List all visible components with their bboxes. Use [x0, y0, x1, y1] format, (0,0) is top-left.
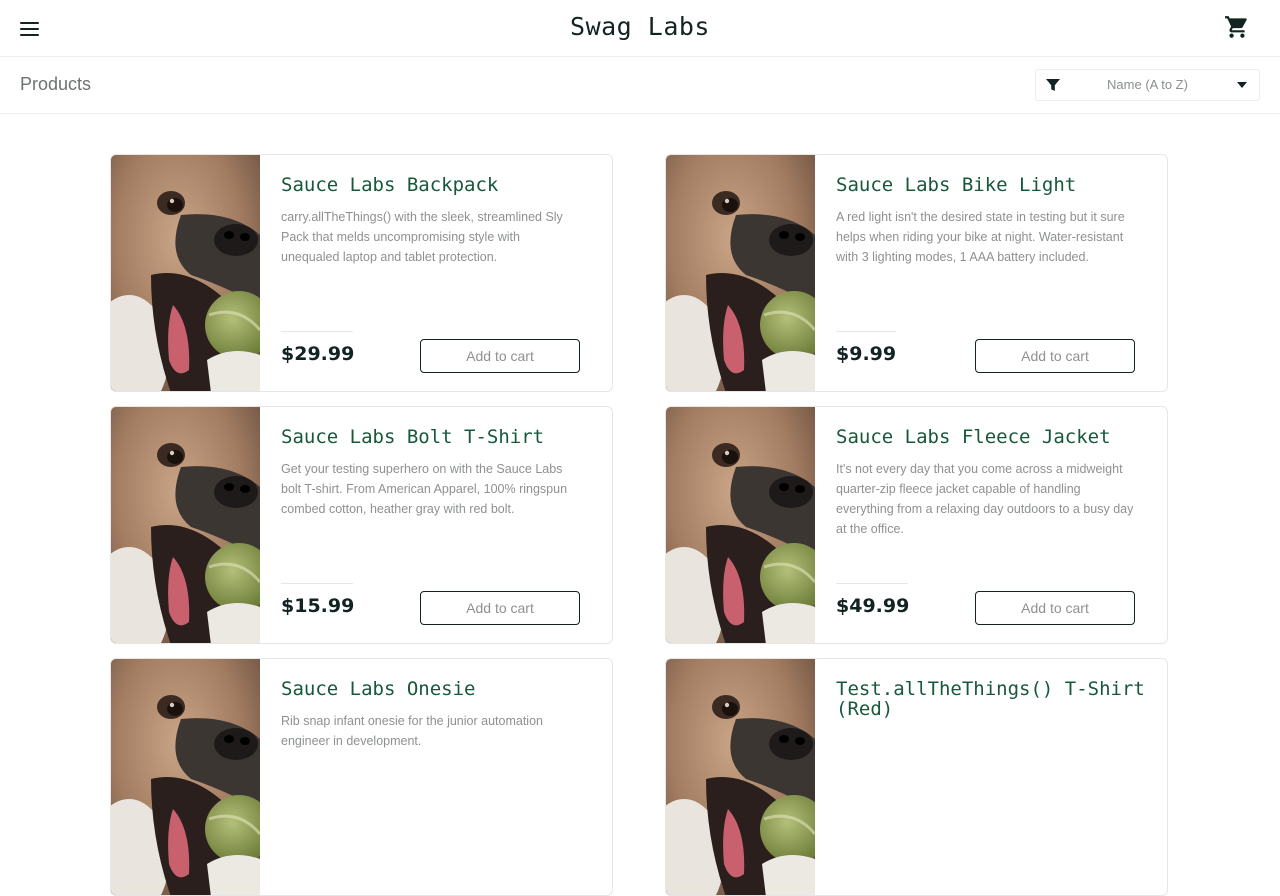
- chevron-down-icon: [1237, 82, 1247, 88]
- app-header: Swag Labs: [0, 0, 1280, 57]
- product-image[interactable]: [666, 659, 815, 895]
- add-to-cart-button[interactable]: Add to cart: [420, 591, 580, 625]
- product-image[interactable]: [666, 155, 815, 391]
- product-price: $49.99: [836, 595, 910, 617]
- product-description: Get your testing superhero on with the S…: [281, 462, 568, 516]
- inventory-item: Sauce Labs Onesie Rib snap infant onesie…: [110, 658, 613, 896]
- price-divider: [281, 583, 353, 584]
- product-image[interactable]: [111, 155, 260, 391]
- price-divider: [281, 331, 353, 332]
- app-title: Swag Labs: [570, 12, 710, 41]
- product-image[interactable]: [666, 407, 815, 643]
- add-to-cart-button[interactable]: Add to cart: [420, 339, 580, 373]
- sort-selected-value: Name (A to Z): [1107, 77, 1188, 92]
- inventory-item: Sauce Labs Backpack carry.allTheThings()…: [110, 154, 613, 392]
- product-name-link[interactable]: Sauce Labs Backpack: [281, 175, 591, 195]
- product-name-link[interactable]: Sauce Labs Bike Light: [836, 175, 1146, 195]
- product-price: $9.99: [836, 343, 897, 365]
- price-divider: [836, 331, 896, 332]
- add-to-cart-button[interactable]: Add to cart: [975, 591, 1135, 625]
- inventory-item: Test.allTheThings() T-Shirt (Red): [665, 658, 1168, 896]
- product-name-link[interactable]: Sauce Labs Bolt T-Shirt: [281, 427, 591, 447]
- product-name-link[interactable]: Sauce Labs Onesie: [281, 679, 591, 699]
- product-price: $29.99: [281, 343, 355, 365]
- sort-dropdown[interactable]: Name (A to Z): [1035, 69, 1260, 101]
- add-to-cart-button[interactable]: Add to cart: [975, 339, 1135, 373]
- product-image[interactable]: [111, 659, 260, 895]
- product-description: Rib snap infant onesie for the junior au…: [281, 714, 543, 748]
- page-title: Products: [20, 74, 92, 94]
- inventory-item: Sauce Labs Fleece Jacket It's not every …: [665, 406, 1168, 644]
- price-divider: [836, 583, 908, 584]
- shopping-cart-icon[interactable]: [1224, 14, 1250, 40]
- inventory-item: Sauce Labs Bike Light A red light isn't …: [665, 154, 1168, 392]
- product-price: $15.99: [281, 595, 355, 617]
- inventory-item: Sauce Labs Bolt T-Shirt Get your testing…: [110, 406, 613, 644]
- product-name-link[interactable]: Test.allTheThings() T-Shirt (Red): [836, 679, 1146, 719]
- product-description: A red light isn't the desired state in t…: [836, 210, 1125, 264]
- secondary-header: Products Name (A to Z): [0, 57, 1280, 114]
- product-description: carry.allTheThings() with the sleek, str…: [281, 210, 563, 264]
- product-image[interactable]: [111, 407, 260, 643]
- product-description: It's not every day that you come across …: [836, 462, 1134, 536]
- product-name-link[interactable]: Sauce Labs Fleece Jacket: [836, 427, 1146, 447]
